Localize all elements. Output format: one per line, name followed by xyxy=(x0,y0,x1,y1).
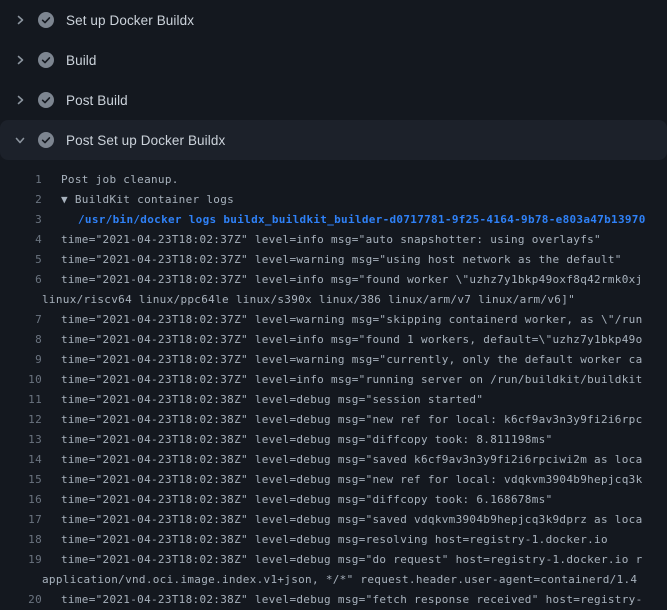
line-number[interactable]: 13 xyxy=(0,430,42,450)
line-text: time="2021-04-23T18:02:37Z" level=info m… xyxy=(42,370,643,390)
log-container: 1 Post job cleanup. 2 ▼ BuildKit contain… xyxy=(0,160,667,610)
log-line: 13 time="2021-04-23T18:02:38Z" level=deb… xyxy=(0,430,667,450)
log-line: 19 time="2021-04-23T18:02:38Z" level=deb… xyxy=(0,550,667,570)
line-number[interactable]: 3 xyxy=(0,210,42,230)
chevron-right-icon xyxy=(12,54,28,66)
chevron-right-icon xyxy=(12,14,28,26)
log-line: 2 ▼ BuildKit container logs xyxy=(0,190,667,210)
line-number[interactable]: 4 xyxy=(0,230,42,250)
line-number[interactable]: 20 xyxy=(0,590,42,610)
line-number[interactable]: 8 xyxy=(0,330,42,350)
log-line: 20 time="2021-04-23T18:02:38Z" level=deb… xyxy=(0,590,667,610)
log-line: application/vnd.oci.image.index.v1+json,… xyxy=(0,570,667,590)
log-line: 12 time="2021-04-23T18:02:38Z" level=deb… xyxy=(0,410,667,430)
line-number[interactable]: 6 xyxy=(0,270,42,290)
line-text: time="2021-04-23T18:02:38Z" level=debug … xyxy=(42,530,608,550)
step-label: Post Set up Docker Buildx xyxy=(66,133,225,148)
line-number[interactable]: 1 xyxy=(0,170,42,190)
line-text: linux/riscv64 linux/ppc64le linux/s390x … xyxy=(42,290,575,310)
line-text: application/vnd.oci.image.index.v1+json,… xyxy=(42,570,637,590)
line-text: time="2021-04-23T18:02:37Z" level=info m… xyxy=(42,270,643,290)
line-text: Post job cleanup. xyxy=(42,170,179,190)
line-text: time="2021-04-23T18:02:38Z" level=debug … xyxy=(42,410,643,430)
line-number[interactable]: 2 xyxy=(0,190,42,210)
step-label: Set up Docker Buildx xyxy=(66,13,194,28)
check-circle-icon xyxy=(38,12,54,28)
line-text: time="2021-04-23T18:02:38Z" level=debug … xyxy=(42,510,643,530)
line-number[interactable]: 12 xyxy=(0,410,42,430)
line-number[interactable]: 5 xyxy=(0,250,42,270)
log-line: 18 time="2021-04-23T18:02:38Z" level=deb… xyxy=(0,530,667,550)
log-line: 8 time="2021-04-23T18:02:37Z" level=info… xyxy=(0,330,667,350)
line-text: time="2021-04-23T18:02:38Z" level=debug … xyxy=(42,390,483,410)
step-build[interactable]: Build xyxy=(0,40,667,80)
step-post-build[interactable]: Post Build xyxy=(0,80,667,120)
log-line: 7 time="2021-04-23T18:02:37Z" level=warn… xyxy=(0,310,667,330)
log-line: 11 time="2021-04-23T18:02:38Z" level=deb… xyxy=(0,390,667,410)
log-line: 17 time="2021-04-23T18:02:38Z" level=deb… xyxy=(0,510,667,530)
line-number[interactable]: 16 xyxy=(0,490,42,510)
line-number[interactable]: 17 xyxy=(0,510,42,530)
line-number[interactable]: 15 xyxy=(0,470,42,490)
log-line: 6 time="2021-04-23T18:02:37Z" level=info… xyxy=(0,270,667,290)
log-line: 14 time="2021-04-23T18:02:38Z" level=deb… xyxy=(0,450,667,470)
chevron-down-icon xyxy=(12,134,28,146)
log-line: 9 time="2021-04-23T18:02:37Z" level=warn… xyxy=(0,350,667,370)
line-number xyxy=(0,570,42,590)
line-number[interactable]: 7 xyxy=(0,310,42,330)
line-number[interactable]: 19 xyxy=(0,550,42,570)
check-circle-icon xyxy=(38,132,54,148)
line-text: time="2021-04-23T18:02:37Z" level=warnin… xyxy=(42,250,622,270)
log-line: 16 time="2021-04-23T18:02:38Z" level=deb… xyxy=(0,490,667,510)
line-number[interactable]: 10 xyxy=(0,370,42,390)
line-number[interactable]: 18 xyxy=(0,530,42,550)
check-circle-icon xyxy=(38,52,54,68)
line-text: time="2021-04-23T18:02:38Z" level=debug … xyxy=(42,470,643,490)
line-text[interactable]: ▼ BuildKit container logs xyxy=(42,190,234,210)
step-label: Build xyxy=(66,53,97,68)
line-text: time="2021-04-23T18:02:38Z" level=debug … xyxy=(42,450,643,470)
line-text: time="2021-04-23T18:02:37Z" level=warnin… xyxy=(42,350,643,370)
line-text: time="2021-04-23T18:02:37Z" level=info m… xyxy=(42,330,643,350)
line-number[interactable]: 11 xyxy=(0,390,42,410)
log-line: linux/riscv64 linux/ppc64le linux/s390x … xyxy=(0,290,667,310)
line-text: time="2021-04-23T18:02:37Z" level=info m… xyxy=(42,230,601,250)
line-number[interactable]: 14 xyxy=(0,450,42,470)
line-number[interactable]: 9 xyxy=(0,350,42,370)
line-number xyxy=(0,290,42,310)
line-text: time="2021-04-23T18:02:38Z" level=debug … xyxy=(42,590,643,610)
step-post-set-up-docker-buildx[interactable]: Post Set up Docker Buildx xyxy=(0,120,667,160)
check-circle-icon xyxy=(38,92,54,108)
log-line: 5 time="2021-04-23T18:02:37Z" level=warn… xyxy=(0,250,667,270)
log-line: 3 /usr/bin/docker logs buildx_buildkit_b… xyxy=(0,210,667,230)
line-text: time="2021-04-23T18:02:38Z" level=debug … xyxy=(42,490,553,510)
line-text: time="2021-04-23T18:02:38Z" level=debug … xyxy=(42,550,643,570)
log-line: 10 time="2021-04-23T18:02:37Z" level=inf… xyxy=(0,370,667,390)
step-label: Post Build xyxy=(66,93,128,108)
line-text: time="2021-04-23T18:02:37Z" level=warnin… xyxy=(42,310,643,330)
step-list: Set up Docker Buildx Build Post Build Po… xyxy=(0,0,667,610)
log-line: 1 Post job cleanup. xyxy=(0,170,667,190)
log-line: 15 time="2021-04-23T18:02:38Z" level=deb… xyxy=(0,470,667,490)
step-set-up-docker-buildx[interactable]: Set up Docker Buildx xyxy=(0,0,667,40)
line-text: /usr/bin/docker logs buildx_buildkit_bui… xyxy=(42,210,646,230)
line-text: time="2021-04-23T18:02:38Z" level=debug … xyxy=(42,430,553,450)
log-line: 4 time="2021-04-23T18:02:37Z" level=info… xyxy=(0,230,667,250)
chevron-right-icon xyxy=(12,94,28,106)
